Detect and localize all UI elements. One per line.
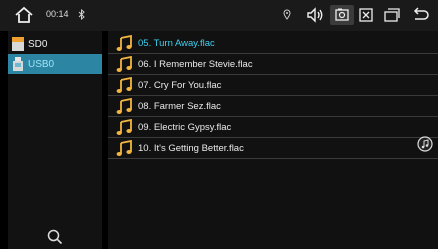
file-name: 09. Electric Gypsy.flac [138,121,232,133]
music-note-icon [116,139,132,156]
multi-window-icon [384,8,400,22]
file-name: 08. Farmer Sez.flac [138,100,221,112]
volume-icon [307,7,323,23]
bluetooth-icon [78,9,85,20]
status-bar: 00:14 [0,0,438,31]
clock: 00:14 [46,9,69,19]
multi-window-button[interactable] [382,5,402,25]
close-window-button[interactable] [357,5,375,25]
sidebar-item-usb0[interactable]: USB0 [8,54,102,74]
music-note-icon [116,34,132,51]
list-item[interactable]: 05. Turn Away.flac [108,33,438,54]
list-item[interactable]: 07. Cry For You.flac [108,75,438,96]
close-window-icon [359,8,373,22]
file-name: 06. I Remember Stevie.flac [138,58,253,70]
home-icon[interactable] [14,6,34,24]
file-name: 05. Turn Away.flac [138,37,215,49]
screen-capture-icon [335,8,349,21]
list-item[interactable]: 09. Electric Gypsy.flac [108,117,438,138]
list-item[interactable]: 06. I Remember Stevie.flac [108,54,438,75]
sidebar-item-label: USB0 [28,58,55,70]
file-name: 10. It's Getting Better.flac [138,142,244,154]
usb-drive-icon [13,57,23,71]
list-item[interactable]: 08. Farmer Sez.flac [108,96,438,117]
music-note-icon [116,76,132,93]
sidebar-item-label: SD0 [28,38,48,50]
sd-card-icon [12,37,24,51]
volume-button[interactable] [305,5,325,25]
back-button[interactable] [410,5,430,25]
music-note-icon [116,55,132,72]
music-note-icon [116,97,132,114]
music-note-icon [116,118,132,135]
search-button[interactable] [8,224,102,249]
list-item[interactable]: 10. It's Getting Better.flac [108,138,438,159]
location-icon [283,9,291,20]
search-icon [47,229,63,244]
floating-music-icon[interactable] [417,136,433,152]
file-name: 07. Cry For You.flac [138,79,222,91]
screen-capture-button[interactable] [330,5,354,25]
file-list: 05. Turn Away.flac 06. I Remember Stevie… [108,31,438,249]
sidebar-item-sd0[interactable]: SD0 [8,34,102,54]
back-icon [413,7,429,20]
storage-sidebar: SD0 USB0 [8,31,102,249]
